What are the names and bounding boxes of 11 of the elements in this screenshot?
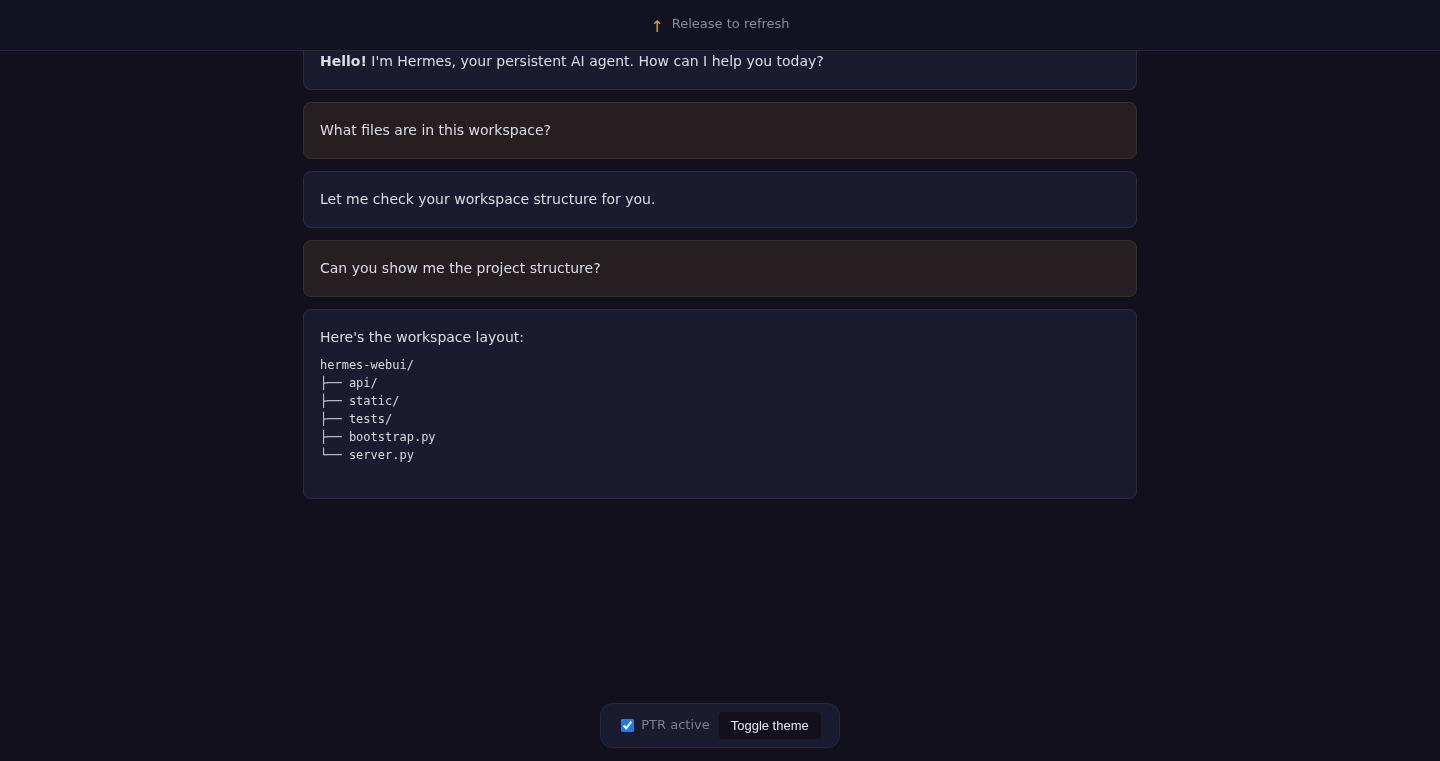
arrow-icon: ↑ [650,18,664,36]
refresh-label: Release to refresh [671,16,790,32]
checkbox-label: PTR active [641,716,710,733]
ptr-checkbox[interactable] [621,719,635,732]
message-text: Can you show me the project structure? [320,259,602,278]
message-text: Let me check your workspace structure for you. [320,190,657,209]
message-text: Here's the workspace layout: [320,328,526,347]
message-text: What files are in this workspace? [320,121,552,140]
file-tree-text: hermes-webui/ ├── api/ ├── static/ ├── tests/ ├── bootstrap.py └── server.py [320,357,437,464]
toggle-theme-button[interactable]: Toggle theme [718,712,821,739]
message-text: Hello! I'm Hermes, your persistent AI agent. How can I help you today? [320,52,825,71]
